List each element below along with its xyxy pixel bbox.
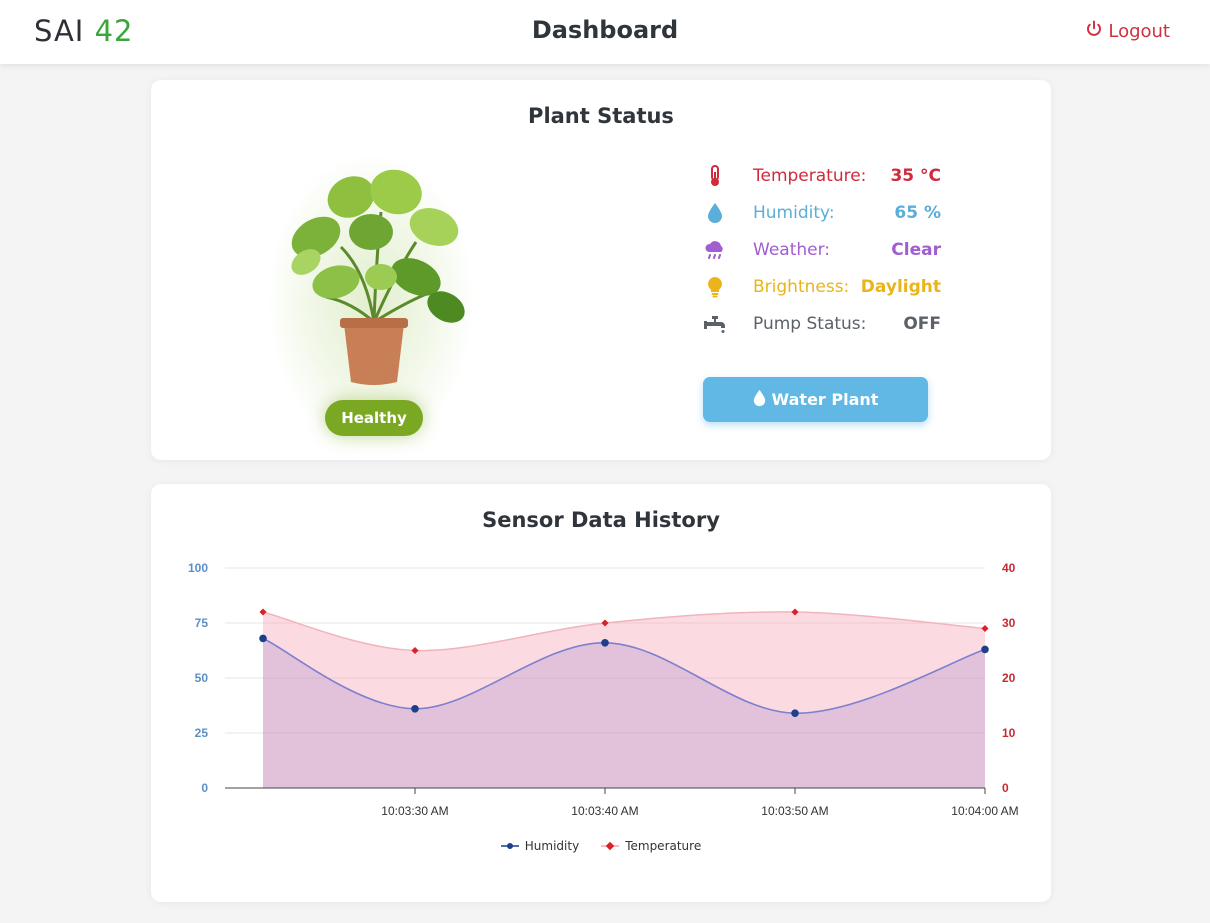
brightness-value: Daylight: [860, 277, 941, 297]
top-navbar: SAI 42 Dashboard Logout: [0, 0, 1210, 64]
faucet-icon: [701, 312, 729, 336]
thermometer-icon: [701, 164, 729, 188]
legend-temperature-label: Temperature: [625, 839, 702, 853]
legend-temperature[interactable]: Temperature: [601, 839, 701, 853]
y-right-tick-label: 10: [1002, 726, 1016, 740]
pump-label: Pump Status:: [753, 314, 867, 334]
stat-weather: Weather: Clear: [701, 238, 941, 262]
humidity-point: [411, 705, 419, 713]
legend-humidity-marker: [500, 843, 519, 849]
humidity-point: [981, 645, 989, 654]
y-right-tick-label: 40: [1002, 561, 1016, 575]
stat-temperature: Temperature: 35 °C: [701, 164, 941, 188]
legend-temperature-marker: [601, 841, 620, 851]
x-tick-label: 10:04:00 AM: [951, 804, 1018, 818]
water-plant-label: Water Plant: [771, 390, 879, 409]
y-right-tick-label: 30: [1002, 616, 1016, 630]
humidity-label: Humidity:: [753, 203, 835, 223]
brightness-label: Brightness:: [753, 277, 850, 297]
pump-value: OFF: [903, 314, 941, 334]
y-left-tick-label: 75: [195, 616, 209, 630]
power-icon: [1085, 20, 1103, 43]
stat-humidity: Humidity: 65 %: [701, 201, 941, 225]
x-tick-label: 10:03:30 AM: [381, 804, 448, 818]
droplet-icon: [701, 201, 729, 225]
x-tick-label: 10:03:50 AM: [761, 804, 828, 818]
plant-status-card: Plant Status Healthy Temperature: 35 °C …: [151, 80, 1051, 460]
page-title: Dashboard: [531, 16, 679, 44]
humidity-point: [259, 634, 267, 643]
y-right-tick-label: 0: [1002, 781, 1009, 795]
health-status-badge: Healthy: [325, 400, 423, 436]
legend-humidity-label: Humidity: [524, 839, 580, 853]
weather-value: Clear: [891, 240, 941, 260]
chart-legend: Humidity Temperature: [151, 839, 1051, 853]
humidity-value: 65 %: [894, 203, 941, 223]
y-left-tick-label: 50: [195, 671, 209, 685]
stat-pump: Pump Status: OFF: [701, 312, 941, 336]
weather-label: Weather:: [753, 240, 831, 260]
cloud-rain-icon: [701, 238, 729, 262]
droplet-icon: [753, 389, 766, 411]
y-right-tick-label: 20: [1002, 671, 1016, 685]
y-left-tick-label: 0: [201, 781, 208, 795]
y-left-tick-label: 25: [195, 726, 209, 740]
plant-image: [256, 152, 486, 452]
plant-status-title: Plant Status: [528, 104, 674, 128]
stat-brightness: Brightness: Daylight: [701, 275, 941, 299]
x-tick-label: 10:03:40 AM: [571, 804, 638, 818]
legend-humidity[interactable]: Humidity: [500, 839, 580, 853]
temperature-label: Temperature:: [753, 166, 867, 186]
sensor-history-card: Sensor Data History 10:03:30 AM 10:03:40 …: [151, 484, 1051, 902]
plant-illustration: [291, 169, 465, 385]
logout-button[interactable]: Logout: [1085, 20, 1170, 43]
logout-label: Logout: [1108, 21, 1170, 42]
lightbulb-icon: [701, 275, 729, 299]
water-plant-button[interactable]: Water Plant: [703, 377, 928, 422]
temperature-value: 35 °C: [890, 166, 941, 186]
humidity-point: [791, 709, 799, 717]
humidity-point: [601, 639, 609, 647]
y-left-tick-label: 100: [188, 561, 208, 575]
